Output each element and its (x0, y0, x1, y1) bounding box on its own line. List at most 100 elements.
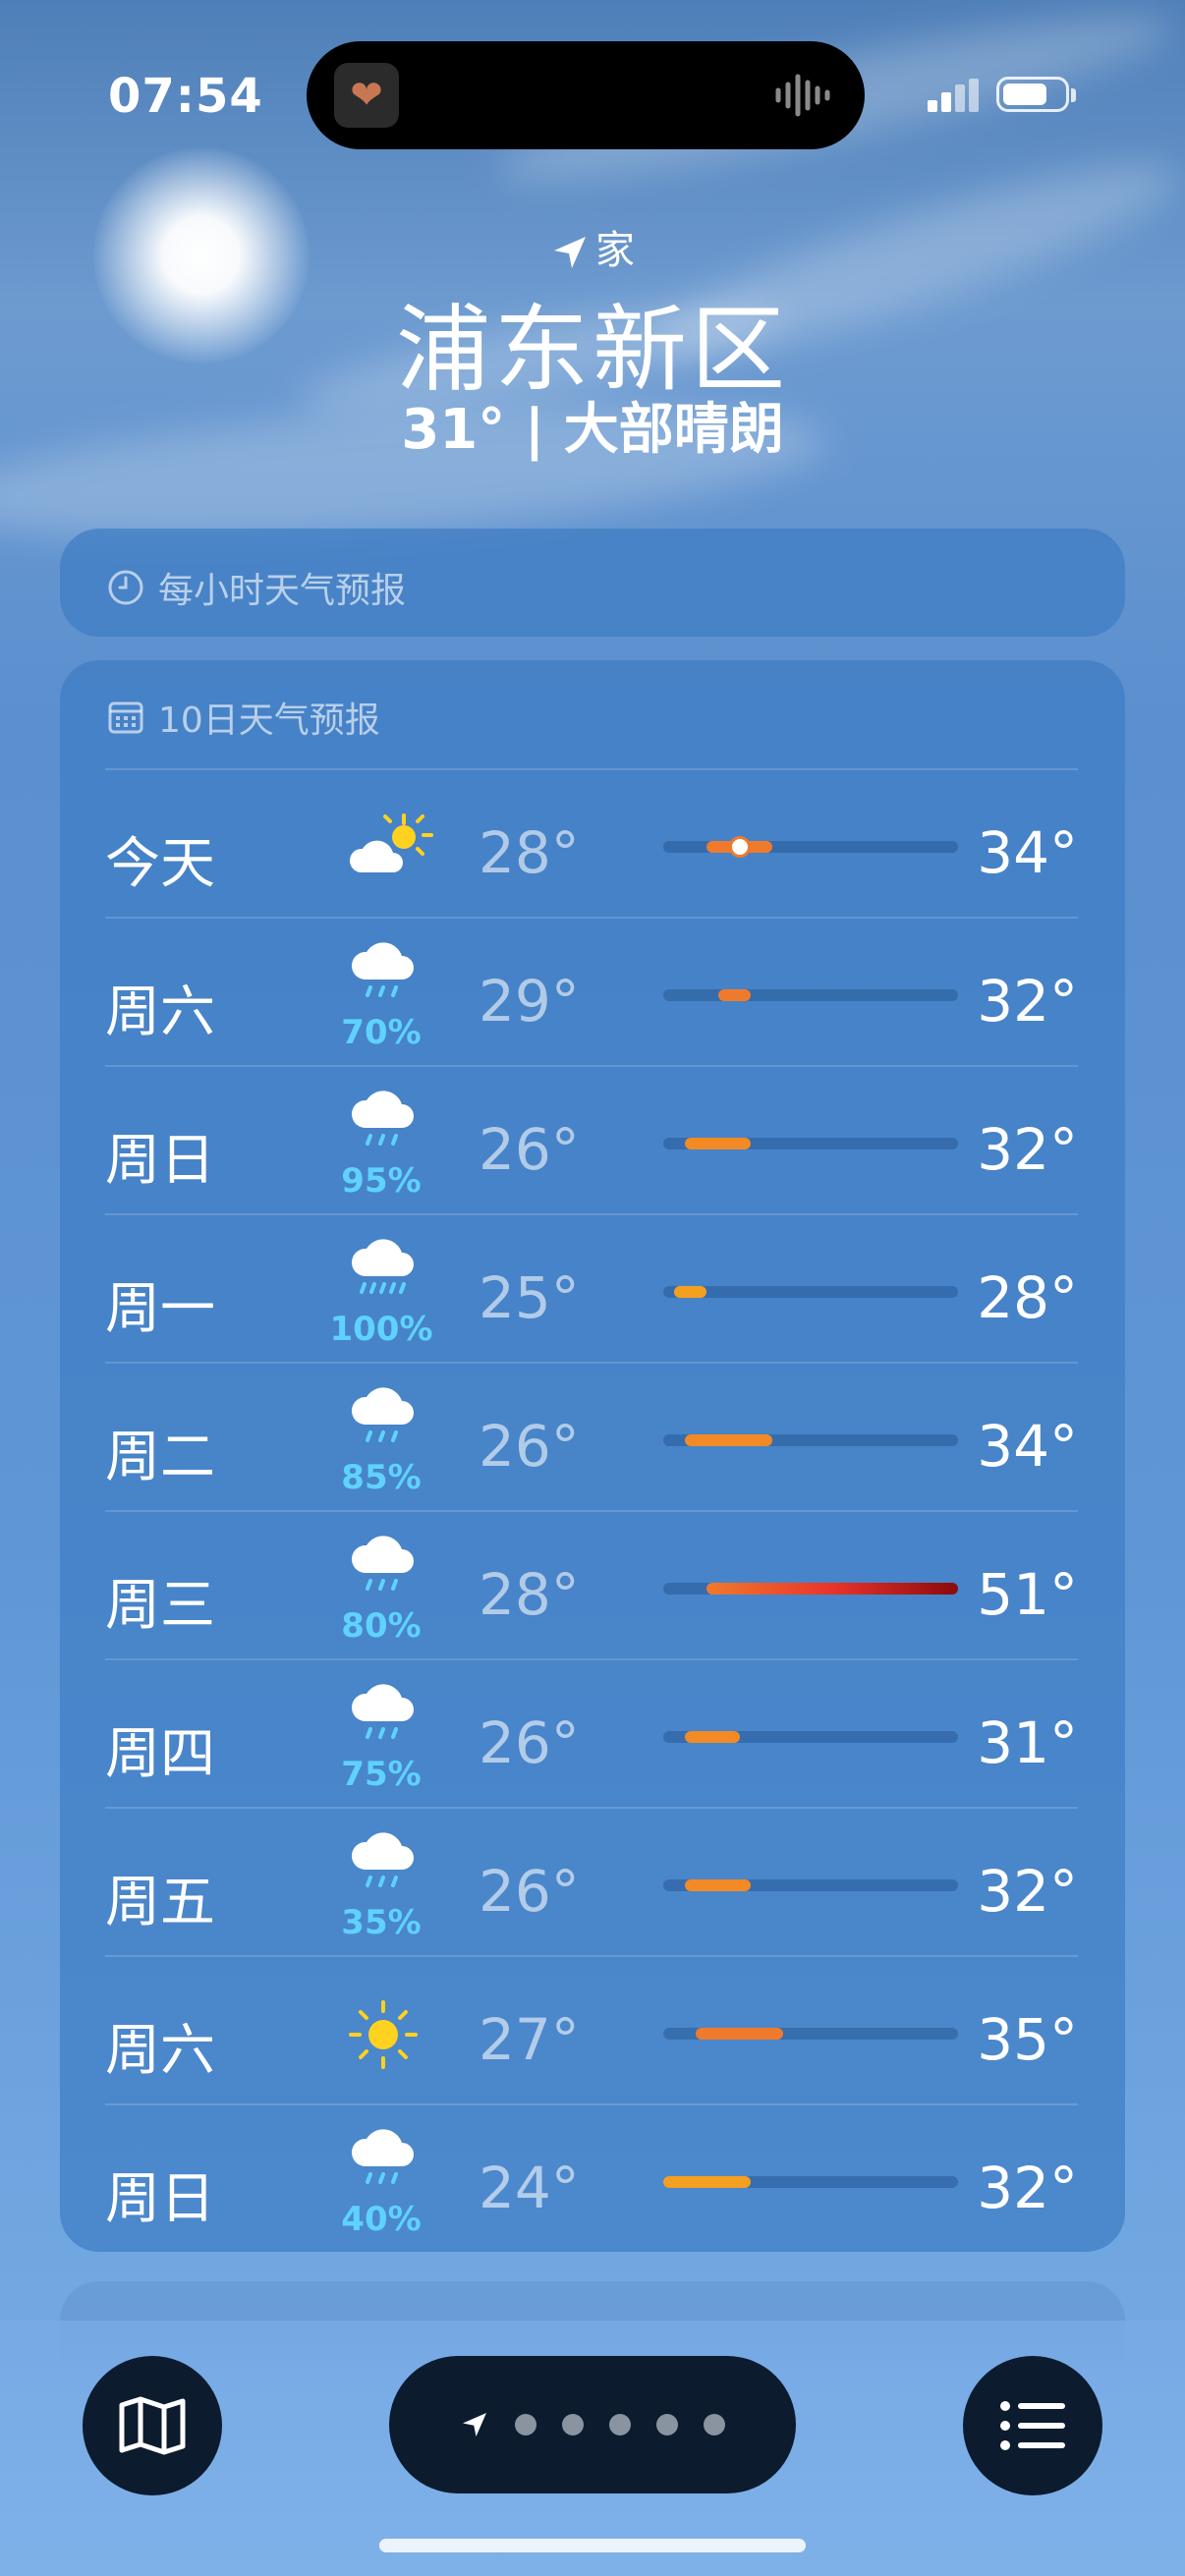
map-icon (119, 2396, 186, 2455)
daily-forecast-card[interactable]: 10日天气预报 今天 28° 34° 周六 70% 29° 32° 周日 95% 26° 32° 周一… (60, 660, 1125, 2252)
status-time: 07:54 (108, 69, 263, 124)
high-temp: 32° (977, 1858, 1078, 1925)
temp-range-bar (663, 1879, 958, 1891)
low-temp: 28° (479, 1561, 580, 1628)
current-location-icon (463, 2413, 486, 2436)
low-temp: 26° (479, 1858, 580, 1925)
forecast-day-row[interactable]: 今天 28° 34° (105, 768, 1078, 918)
temp-range-fill (685, 1879, 751, 1891)
list-icon (1000, 2401, 1065, 2450)
day-label: 周日 (105, 2167, 215, 2231)
current-conditions: 31° | 大部晴朗 (401, 398, 784, 462)
forecast-day-row[interactable]: 周四 75% 26° 31° (105, 1658, 1078, 1808)
hourly-forecast-card[interactable]: 每小时天气预报 (60, 529, 1125, 637)
page-dot[interactable] (562, 2414, 584, 2436)
high-temp: 28° (977, 1264, 1078, 1331)
temp-range-bar (663, 1138, 958, 1149)
temp-range-fill (685, 1434, 773, 1446)
day-label: 周六 (105, 2019, 215, 2083)
page-dot[interactable] (704, 2414, 725, 2436)
day-label: 周日 (105, 1129, 215, 1193)
precip-chance: 40% (341, 2200, 422, 2239)
low-temp: 26° (479, 1116, 580, 1183)
high-temp: 32° (977, 2155, 1078, 2221)
temp-range-bar (663, 1434, 958, 1446)
day-label: 周二 (105, 1426, 215, 1489)
temp-range-bar (663, 839, 958, 855)
weather-icon-group: 75% (327, 1678, 435, 1796)
location-row: 家 (0, 218, 1185, 275)
current-temp-marker (731, 839, 748, 855)
temp-range-bar (663, 2028, 958, 2040)
page-dot[interactable] (609, 2414, 631, 2436)
forecast-day-row[interactable]: 周六 70% 29° 32° (105, 917, 1078, 1066)
page-dot[interactable] (656, 2414, 678, 2436)
hourly-forecast-title: 每小时天气预报 (158, 571, 407, 611)
day-label: 今天 (105, 832, 215, 896)
day-label: 周一 (105, 1277, 215, 1341)
weather-icon-group: 85% (327, 1381, 435, 1499)
high-temp: 32° (977, 968, 1078, 1035)
day-label: 周四 (105, 1722, 215, 1786)
forecast-day-row[interactable]: 周一 100% 25° 28° (105, 1213, 1078, 1363)
temp-range-bar (663, 1731, 958, 1743)
dynamic-island[interactable]: ❤ (307, 41, 865, 149)
clock-icon (108, 570, 143, 605)
precip-chance: 80% (341, 1606, 422, 1646)
temp-range-bar (663, 1583, 958, 1595)
precip-chance: 85% (341, 1458, 422, 1497)
precip-chance: 100% (329, 1310, 433, 1349)
battery-cap (1071, 88, 1076, 102)
audio-wave-icon (775, 74, 830, 117)
temp-range-bar (663, 989, 958, 1001)
weather-icon-group: 35% (327, 1826, 435, 1944)
low-temp: 27° (479, 2006, 580, 2073)
now-playing-artwork[interactable]: ❤ (334, 63, 399, 128)
low-temp: 25° (479, 1264, 580, 1331)
forecast-day-row[interactable]: 周二 85% 26° 34° (105, 1362, 1078, 1511)
weather-icon-group: 100% (327, 1233, 435, 1351)
high-temp: 35° (977, 2006, 1078, 2073)
high-temp: 34° (977, 819, 1078, 886)
forecast-day-row[interactable]: 周日 40% 24° 32° (105, 2103, 1078, 2253)
low-temp: 24° (479, 2155, 580, 2221)
day-label: 周三 (105, 1574, 215, 1638)
home-indicator[interactable] (379, 2539, 806, 2552)
city-list-button[interactable] (963, 2356, 1102, 2495)
temp-range-fill (663, 2176, 751, 2188)
temp-range-fill (685, 1731, 740, 1743)
high-temp: 51° (977, 1561, 1078, 1628)
page-indicator[interactable] (389, 2356, 796, 2493)
low-temp: 26° (479, 1413, 580, 1480)
weather-icon-group: 40% (327, 2123, 435, 2241)
precip-chance: 35% (341, 1903, 422, 1942)
high-temp: 32° (977, 1116, 1078, 1183)
low-temp: 26° (479, 1709, 580, 1776)
high-temp: 31° (977, 1709, 1078, 1776)
day-label: 周六 (105, 980, 215, 1044)
daily-forecast-header: 10日天气预报 (107, 692, 380, 743)
precip-chance: 70% (341, 1013, 422, 1052)
weather-icon-group (327, 788, 435, 906)
daily-forecast-title: 10日天气预报 (158, 700, 380, 741)
page-dot[interactable] (515, 2414, 536, 2436)
temp-range-fill (674, 1286, 707, 1298)
weather-icon-group: 70% (327, 936, 435, 1054)
battery-icon (996, 77, 1069, 112)
calendar-icon (108, 701, 143, 734)
forecast-day-row[interactable]: 周五 35% 26° 32° (105, 1807, 1078, 1956)
hourly-forecast-header: 每小时天气预报 (107, 562, 406, 613)
precip-chance: 95% (341, 1161, 422, 1201)
forecast-day-row[interactable]: 周日 95% 26° 32° (105, 1065, 1078, 1214)
cellular-signal-icon (928, 79, 979, 112)
high-temp: 34° (977, 1413, 1078, 1480)
temp-range-fill (685, 1138, 751, 1149)
temp-range-fill (706, 1583, 958, 1595)
low-temp: 29° (479, 968, 580, 1035)
temp-range-bar (663, 1286, 958, 1298)
temp-range-bar (663, 2176, 958, 2188)
forecast-day-row[interactable]: 周六 27° 35° (105, 1955, 1078, 2104)
weather-icon-group (327, 1975, 435, 2093)
forecast-day-row[interactable]: 周三 80% 28° 51° (105, 1510, 1078, 1659)
map-button[interactable] (83, 2356, 222, 2495)
